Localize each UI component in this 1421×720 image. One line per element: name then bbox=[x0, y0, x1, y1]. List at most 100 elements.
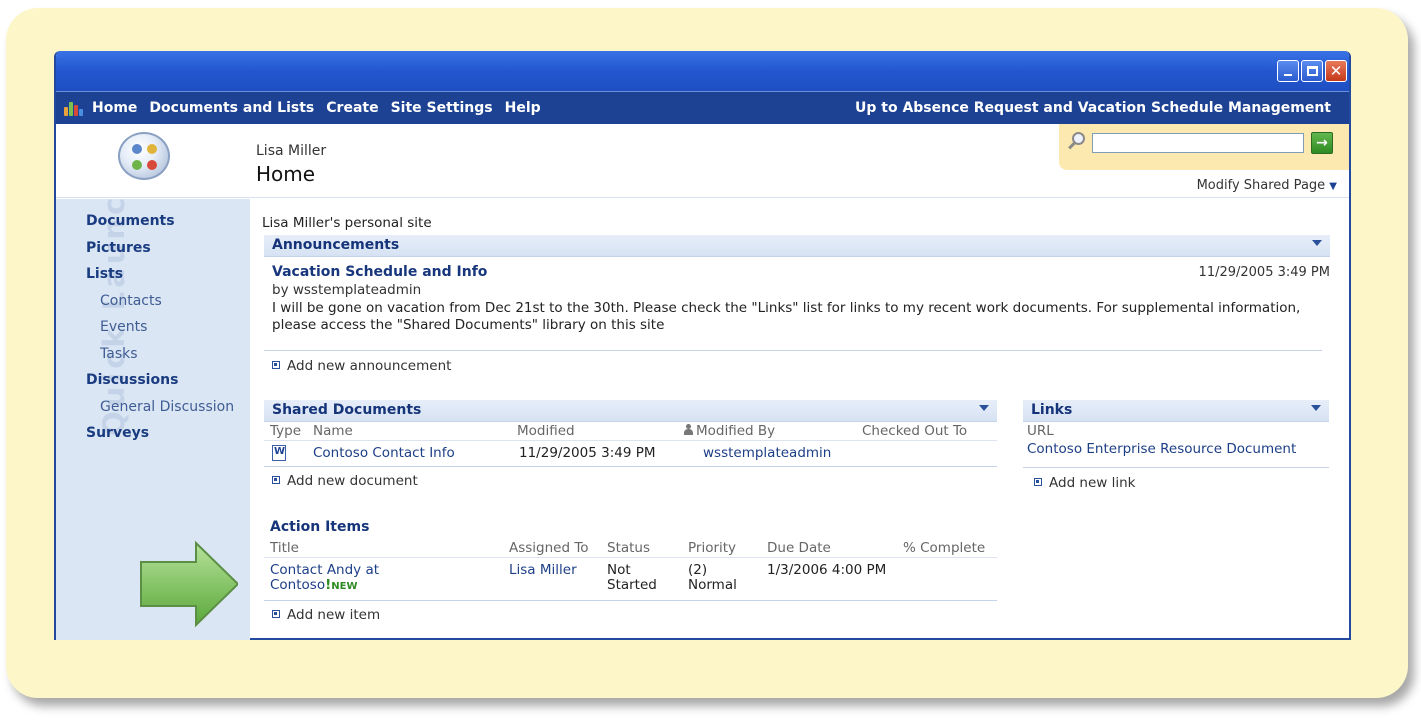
search-icon bbox=[1067, 132, 1087, 152]
main-content: Lisa Miller's personal site Announcement… bbox=[262, 199, 1344, 640]
add-new-link-link[interactable]: Add new link bbox=[1034, 475, 1136, 491]
word-document-icon[interactable] bbox=[272, 445, 286, 461]
quick-launch-list: Documents Pictures Lists Contacts Events Task… bbox=[86, 213, 234, 452]
action-item-priority-line2: Normal bbox=[688, 577, 737, 593]
search-panel: → bbox=[1059, 124, 1349, 170]
action-item-due-date: 1/3/2006 4:00 PM bbox=[767, 562, 887, 578]
add-bullet-icon bbox=[1034, 478, 1042, 486]
column-status[interactable]: Status bbox=[607, 540, 650, 556]
webpart-menu-icon[interactable] bbox=[979, 405, 989, 411]
announcement-divider bbox=[264, 350, 1322, 351]
column-percent-complete[interactable]: % Complete bbox=[903, 540, 985, 556]
column-modified[interactable]: Modified bbox=[517, 423, 575, 439]
window-controls: ✕ bbox=[1277, 60, 1347, 82]
column-modified-by[interactable]: Modified By bbox=[683, 423, 775, 439]
quick-launch-item-discussions[interactable]: Discussions bbox=[86, 372, 234, 399]
column-priority[interactable]: Priority bbox=[688, 540, 736, 556]
add-new-announcement-label: Add new announcement bbox=[287, 358, 452, 374]
maximize-icon[interactable] bbox=[1301, 60, 1323, 82]
quick-launch-item-events[interactable]: Events bbox=[86, 319, 234, 346]
action-item-title[interactable]: Contact Andy at Contoso!NEW bbox=[270, 563, 379, 594]
add-new-document-label: Add new document bbox=[287, 473, 418, 489]
quick-launch-item-general-discussion[interactable]: General Discussion bbox=[86, 399, 234, 426]
announcements-webpart-title[interactable]: Announcements bbox=[264, 235, 1330, 257]
action-item-title-line2: Contoso bbox=[270, 577, 326, 593]
link-item[interactable]: Contoso Enterprise Resource Document bbox=[1027, 442, 1296, 457]
top-navigation: Home Documents and Lists Create Site Set… bbox=[56, 91, 1349, 124]
site-logo-icon bbox=[118, 132, 170, 180]
action-item-priority: (2) Normal bbox=[688, 563, 737, 593]
announcement-by-label: by bbox=[272, 282, 289, 298]
column-name[interactable]: Name bbox=[313, 423, 353, 439]
search-input[interactable] bbox=[1092, 133, 1304, 153]
quick-launch-item-lists[interactable]: Lists bbox=[86, 266, 234, 293]
site-header: Lisa Miller Home → Modify Shared Page ▼ bbox=[56, 124, 1349, 198]
add-new-item-link[interactable]: Add new item bbox=[272, 607, 380, 623]
header-divider bbox=[264, 557, 997, 558]
links-divider bbox=[1023, 467, 1329, 468]
announcement-author-line: by wsstemplateadmin bbox=[272, 282, 421, 298]
quick-launch-item-surveys[interactable]: Surveys bbox=[86, 425, 234, 452]
action-item-title-line1: Contact Andy at bbox=[270, 562, 380, 578]
quick-launch-item-tasks[interactable]: Tasks bbox=[86, 346, 234, 373]
documents-divider bbox=[264, 466, 997, 467]
action-item-status-line2: Started bbox=[607, 577, 657, 593]
minimize-icon[interactable] bbox=[1277, 60, 1299, 82]
column-assigned-to[interactable]: Assigned To bbox=[509, 540, 589, 556]
links-webpart-title[interactable]: Links bbox=[1023, 400, 1329, 422]
column-modified-by-label: Modified By bbox=[696, 423, 776, 439]
column-checked-out-to[interactable]: Checked Out To bbox=[862, 423, 967, 439]
quick-launch-item-pictures[interactable]: Pictures bbox=[86, 240, 234, 267]
links-title: Links bbox=[1031, 402, 1073, 418]
action-item-priority-line1: (2) bbox=[688, 562, 708, 578]
document-name[interactable]: Contoso Contact Info bbox=[313, 446, 455, 461]
announcements-title: Announcements bbox=[272, 237, 400, 253]
column-title[interactable]: Title bbox=[270, 540, 299, 556]
modify-shared-page-menu[interactable]: Modify Shared Page ▼ bbox=[1197, 178, 1337, 193]
nav-create[interactable]: Create bbox=[326, 100, 378, 116]
up-to-parent-link[interactable]: Up to Absence Request and Vacation Sched… bbox=[855, 100, 1331, 116]
action-item-title-line2-wrap: Contoso!NEW bbox=[270, 578, 379, 594]
site-owner-name: Lisa Miller bbox=[256, 143, 327, 159]
nav-site-settings[interactable]: Site Settings bbox=[391, 100, 493, 116]
search-go-button[interactable]: → bbox=[1311, 132, 1333, 154]
callout-arrow-icon bbox=[140, 540, 238, 628]
new-badge: NEW bbox=[331, 581, 358, 592]
column-url[interactable]: URL bbox=[1027, 423, 1054, 439]
add-bullet-icon bbox=[272, 610, 280, 618]
page-title: Home bbox=[256, 162, 316, 186]
add-bullet-icon bbox=[272, 476, 280, 484]
announcement-date: 11/29/2005 3:49 PM bbox=[1198, 265, 1330, 280]
nav-documents-and-lists[interactable]: Documents and Lists bbox=[149, 100, 314, 116]
add-new-announcement-link[interactable]: Add new announcement bbox=[272, 358, 451, 374]
quick-launch-item-contacts[interactable]: Contacts bbox=[86, 293, 234, 320]
announcement-author[interactable]: wsstemplateadmin bbox=[293, 282, 421, 298]
shared-documents-title: Shared Documents bbox=[272, 402, 422, 418]
add-new-document-link[interactable]: Add new document bbox=[272, 473, 418, 489]
column-due-date[interactable]: Due Date bbox=[767, 540, 831, 556]
announcement-body: I will be gone on vacation from Dec 21st… bbox=[272, 300, 1301, 333]
add-bullet-icon bbox=[272, 361, 280, 369]
quick-launch-item-documents[interactable]: Documents bbox=[86, 213, 234, 240]
add-new-item-label: Add new item bbox=[287, 607, 381, 623]
nav-help[interactable]: Help bbox=[505, 100, 541, 116]
close-icon[interactable]: ✕ bbox=[1325, 60, 1347, 82]
action-item-status-line1: Not bbox=[607, 562, 631, 578]
action-items-title[interactable]: Action Items bbox=[270, 519, 369, 535]
webpart-menu-icon[interactable] bbox=[1312, 240, 1322, 246]
modify-shared-page-label: Modify Shared Page bbox=[1196, 178, 1326, 193]
document-modified-by[interactable]: wsstemplateadmin bbox=[703, 446, 831, 461]
column-type[interactable]: Type bbox=[270, 423, 301, 439]
shared-documents-webpart-title[interactable]: Shared Documents bbox=[264, 400, 997, 422]
action-item-status: Not Started bbox=[607, 563, 657, 593]
header-divider bbox=[264, 440, 997, 441]
webpart-menu-icon[interactable] bbox=[1311, 405, 1321, 411]
announcement-item-title[interactable]: Vacation Schedule and Info bbox=[272, 264, 487, 280]
chevron-down-icon: ▼ bbox=[1329, 181, 1337, 192]
window-title-bar[interactable]: ✕ bbox=[56, 51, 1349, 91]
personal-site-text: Lisa Miller's personal site bbox=[262, 215, 432, 231]
action-items-divider bbox=[264, 600, 997, 601]
person-icon bbox=[683, 424, 694, 436]
nav-home[interactable]: Home bbox=[92, 100, 137, 116]
action-item-assigned-to[interactable]: Lisa Miller bbox=[509, 563, 577, 578]
